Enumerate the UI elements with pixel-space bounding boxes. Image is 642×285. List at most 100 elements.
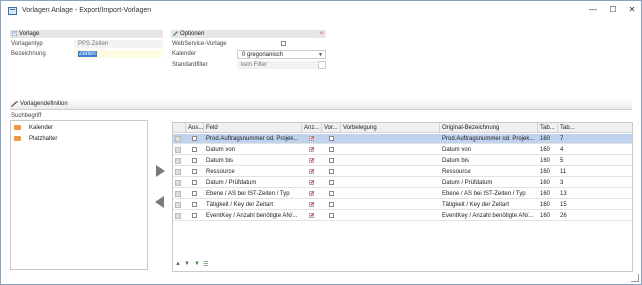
- list-item-label: Kalender: [29, 125, 54, 132]
- original-bezeichnung-cell: Tätigkeit / Key der Zeitart: [440, 200, 538, 210]
- move-up-icon[interactable]: ▲: [175, 261, 181, 267]
- col-aus[interactable]: Aus...: [186, 123, 204, 133]
- table-list-panel: Kalender Platzhalter: [10, 120, 148, 270]
- row-selector[interactable]: [175, 180, 181, 186]
- anz-checkbox[interactable]: [309, 178, 315, 187]
- aus-checkbox[interactable]: [192, 158, 197, 163]
- col-tab2[interactable]: Tab...: [558, 123, 632, 133]
- anz-cell: [302, 178, 322, 188]
- list-item-platzhalter[interactable]: Platzhalter: [14, 136, 57, 142]
- row-selector[interactable]: [175, 202, 181, 208]
- standardfilter-label: Standardfilter: [172, 62, 208, 68]
- aus-cell: [186, 200, 204, 210]
- vorbelegung-cell[interactable]: [341, 167, 440, 177]
- aus-checkbox[interactable]: [192, 147, 197, 152]
- feld-cell: Ressource: [204, 167, 302, 177]
- aus-cell: [186, 134, 204, 144]
- list-item-kalender[interactable]: Kalender: [14, 125, 53, 131]
- vor-checkbox[interactable]: [329, 191, 334, 196]
- filter-button[interactable]: [318, 61, 326, 69]
- anz-checkbox[interactable]: [309, 189, 315, 198]
- list-icon[interactable]: ☰: [203, 261, 208, 268]
- anz-checkbox[interactable]: [309, 145, 315, 154]
- original-bezeichnung-cell: Prod.Auftragsnummer od. Projek...: [440, 134, 538, 144]
- window-title: Vorlagen Anlage - Export/Import-Vorlagen: [22, 7, 152, 14]
- feld-cell: Ebene / AS bei IST-Zeiten / Typ: [204, 189, 302, 199]
- anz-checkbox[interactable]: [309, 200, 315, 209]
- row-selector[interactable]: [175, 169, 181, 175]
- row-selector[interactable]: [175, 158, 181, 164]
- standardfilter-value: kein Filter: [241, 62, 268, 68]
- vor-checkbox[interactable]: [329, 136, 334, 141]
- vorlage-header-label: Vorlage: [19, 31, 40, 37]
- chevron-down-icon[interactable]: ▼: [318, 51, 323, 59]
- aus-checkbox[interactable]: [192, 180, 197, 185]
- row-selector[interactable]: [175, 213, 181, 219]
- vor-checkbox[interactable]: [329, 202, 334, 207]
- tab2-cell: 11: [558, 167, 632, 177]
- vorbelegung-cell[interactable]: [341, 178, 440, 188]
- vorbelegung-cell[interactable]: [341, 189, 440, 199]
- feld-cell: Datum bis: [204, 156, 302, 166]
- anz-checkbox[interactable]: [309, 211, 315, 220]
- vor-checkbox[interactable]: [329, 147, 334, 152]
- vor-checkbox[interactable]: [329, 158, 334, 163]
- vor-checkbox[interactable]: [329, 213, 334, 218]
- tab2-cell: 26: [558, 211, 632, 221]
- vorlagendefinition-title: Vorlagendefinition: [20, 101, 68, 107]
- aus-checkbox[interactable]: [192, 169, 197, 174]
- col-anz[interactable]: Anz...: [302, 123, 322, 133]
- resize-grip-icon[interactable]: [631, 274, 639, 282]
- vorbelegung-cell[interactable]: [341, 156, 440, 166]
- col-vor[interactable]: Vor...: [322, 123, 341, 133]
- vor-cell: [322, 211, 341, 221]
- vorbelegung-cell[interactable]: [341, 200, 440, 210]
- add-field-arrow-icon[interactable]: [156, 165, 165, 177]
- webservice-checkbox[interactable]: [281, 41, 286, 46]
- row-handle: [173, 156, 186, 166]
- maximize-button[interactable]: ☐: [606, 4, 620, 16]
- row-selector[interactable]: [175, 191, 181, 197]
- bezeichnung-input[interactable]: Zeiten: [74, 50, 163, 58]
- anz-checkbox[interactable]: [309, 134, 315, 143]
- anz-checkbox[interactable]: [309, 156, 315, 165]
- form-icon: [12, 31, 17, 36]
- list-item-label: Platzhalter: [29, 136, 58, 143]
- filter-icon[interactable]: ▼: [194, 261, 200, 267]
- vorbelegung-cell[interactable]: [341, 145, 440, 155]
- vor-checkbox[interactable]: [329, 180, 334, 185]
- row-selector[interactable]: [175, 136, 181, 142]
- kalender-value: 0 gregorianisch: [242, 52, 284, 58]
- optionen-header: Optionen ✧: [171, 30, 326, 38]
- row-handle: [173, 200, 186, 210]
- vorbelegung-cell[interactable]: [341, 211, 440, 221]
- feld-cell: Tätigkeit / Key der Zeitart: [204, 200, 302, 210]
- pin-icon[interactable]: ✧: [319, 30, 324, 38]
- col-tab1[interactable]: Tab...: [538, 123, 558, 133]
- vor-checkbox[interactable]: [329, 169, 334, 174]
- row-selector[interactable]: [175, 147, 181, 153]
- vor-cell: [322, 189, 341, 199]
- tab2-cell: 5: [558, 156, 632, 166]
- remove-field-arrow-icon[interactable]: [155, 196, 164, 208]
- aus-cell: [186, 211, 204, 221]
- anz-checkbox[interactable]: [309, 167, 315, 176]
- standardfilter-field[interactable]: kein Filter: [237, 61, 326, 69]
- col-vorbelegung[interactable]: Vorbelegung: [341, 123, 440, 133]
- aus-checkbox[interactable]: [192, 213, 197, 218]
- aus-checkbox[interactable]: [192, 202, 197, 207]
- col-feld[interactable]: Feld: [204, 123, 302, 133]
- anz-cell: [302, 145, 322, 155]
- vorbelegung-cell[interactable]: [341, 134, 440, 144]
- table-icon: [14, 125, 21, 130]
- col-original-bezeichnung[interactable]: Original-Bezeichnung: [440, 123, 538, 133]
- aus-cell: [186, 167, 204, 177]
- minimize-button[interactable]: —: [586, 4, 600, 16]
- close-button[interactable]: ✕: [625, 4, 639, 16]
- aus-checkbox[interactable]: [192, 136, 197, 141]
- kalender-select[interactable]: 0 gregorianisch ▼: [237, 50, 326, 59]
- vor-cell: [322, 167, 341, 177]
- optionen-group: Optionen ✧ WebService-Vorlage Kalender 0…: [171, 30, 326, 71]
- move-down-icon[interactable]: ▼: [184, 261, 190, 267]
- aus-checkbox[interactable]: [192, 191, 197, 196]
